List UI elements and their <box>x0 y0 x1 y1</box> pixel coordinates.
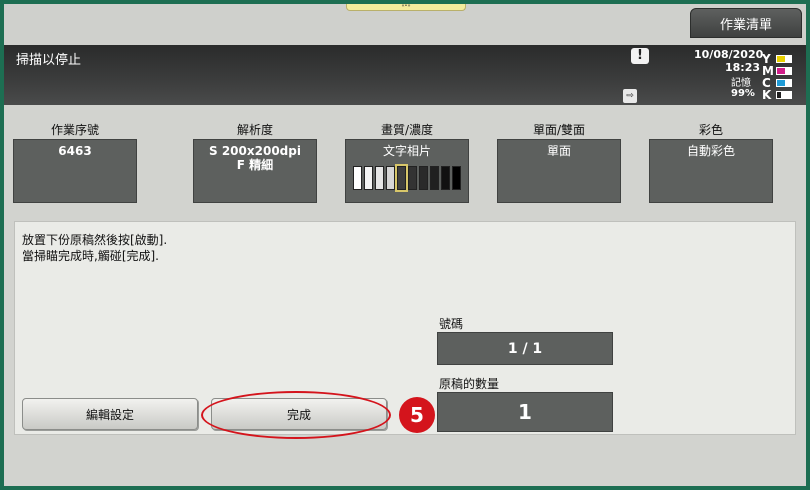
quality-setting[interactable]: 畫質/濃度 文字相片 <box>345 121 469 203</box>
control-panel-screen: «•» 作業清單 掃描以停止 ! ⇨ 10/08/2020 18:23 記憶 9… <box>4 4 806 486</box>
density-cell <box>353 166 362 190</box>
originals-count-value: 1 <box>437 392 613 432</box>
quality-button[interactable]: 文字相片 <box>345 139 469 203</box>
number-label: 號碼 <box>439 317 464 331</box>
scan-settings: 作業序號 6463 解析度 S 200x200dpi F 精細 畫質/濃度 文字… <box>4 105 806 219</box>
toner-level-icon <box>776 55 792 63</box>
color-setting[interactable]: 彩色 自動彩色 <box>649 121 773 203</box>
density-cell <box>408 166 417 190</box>
top-strip: «•» 作業清單 <box>4 4 806 45</box>
density-cell <box>419 166 428 190</box>
bottom-area <box>4 439 806 486</box>
resolution-line2: F 精細 <box>236 158 274 172</box>
number-value: 1 / 1 <box>437 332 613 365</box>
toner-level-icon <box>776 91 792 99</box>
highlight-ring <box>201 391 391 439</box>
panel-handle[interactable]: «•» <box>346 4 466 11</box>
edit-settings-button[interactable]: 編輯設定 <box>22 398 198 430</box>
duplex-setting[interactable]: 單面/雙面 單面 <box>497 121 621 203</box>
density-cell <box>375 166 384 190</box>
quality-value: 文字相片 <box>382 144 431 158</box>
toner-letter: K <box>762 88 772 102</box>
job-number-setting: 作業序號 6463 <box>13 121 137 203</box>
color-label: 彩色 <box>698 123 723 137</box>
job-number-label: 作業序號 <box>50 123 99 137</box>
scan-message-panel: 放置下份原稿然後按[啟動]. 當掃瞄完成時,觸碰[完成]. 號碼 1 / 1 原… <box>14 221 796 439</box>
density-cell <box>386 166 395 190</box>
job-number-value: 6463 <box>13 139 137 203</box>
duplex-label: 單面/雙面 <box>532 123 586 137</box>
status-date: 10/08/2020 <box>694 48 764 61</box>
document-output-icon: ⇨ <box>623 89 637 103</box>
density-cell <box>430 166 439 190</box>
warning-icon[interactable]: ! <box>631 48 649 64</box>
duplex-button[interactable]: 單面 <box>497 139 621 203</box>
density-cell <box>452 166 461 190</box>
status-bar: 掃描以停止 ! ⇨ 10/08/2020 18:23 記憶 99% YMCK <box>4 45 806 105</box>
job-list-button[interactable]: 作業清單 <box>690 8 802 38</box>
color-button[interactable]: 自動彩色 <box>649 139 773 203</box>
resolution-button[interactable]: S 200x200dpi F 精細 <box>193 139 317 203</box>
memory-label: 記憶 <box>731 78 751 89</box>
resolution-label: 解析度 <box>236 123 273 137</box>
quality-label: 畫質/濃度 <box>380 123 434 137</box>
resolution-line1: S 200x200dpi <box>209 144 301 158</box>
step-number-badge: 5 <box>399 397 435 433</box>
toner-k: K <box>762 89 798 101</box>
instruction-message: 放置下份原稿然後按[啟動]. 當掃瞄完成時,觸碰[完成]. <box>22 232 167 264</box>
status-message: 掃描以停止 <box>16 53 82 68</box>
density-cell <box>395 164 408 192</box>
toner-levels: YMCK <box>762 53 798 101</box>
instruction-line-2: 當掃瞄完成時,觸碰[完成]. <box>22 249 159 263</box>
status-time: 18:23 <box>725 61 761 74</box>
density-scale <box>346 164 468 192</box>
toner-level-icon <box>776 67 792 75</box>
device-frame: «•» 作業清單 掃描以停止 ! ⇨ 10/08/2020 18:23 記憶 9… <box>0 0 810 490</box>
density-cell <box>441 166 450 190</box>
originals-count-label: 原稿的數量 <box>439 377 500 391</box>
toner-level-icon <box>776 79 792 87</box>
instruction-line-1: 放置下份原稿然後按[啟動]. <box>22 233 168 247</box>
memory-value: 99% <box>731 88 755 99</box>
resolution-setting[interactable]: 解析度 S 200x200dpi F 精細 <box>193 121 317 203</box>
density-cell <box>364 166 373 190</box>
